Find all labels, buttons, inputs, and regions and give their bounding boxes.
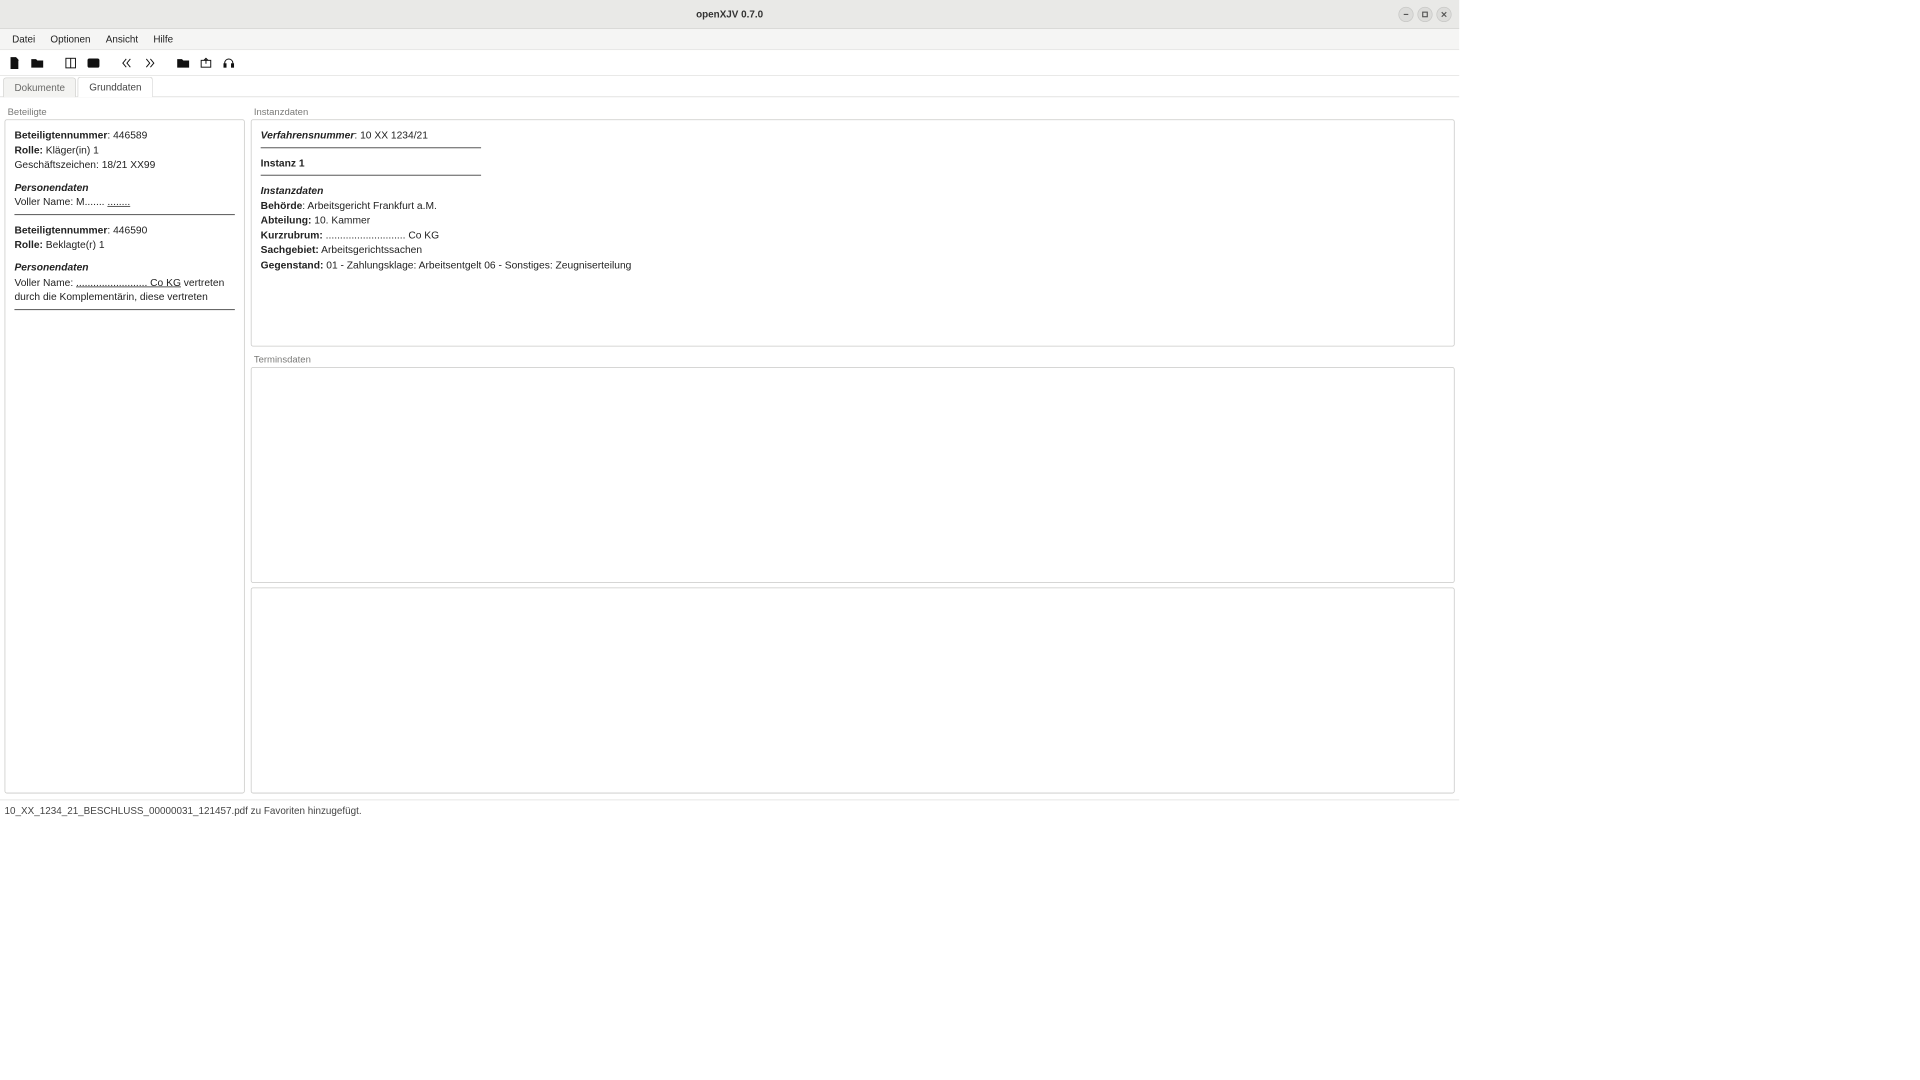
menu-help[interactable]: Hilfe	[146, 30, 181, 47]
participants-section: Beteiligte Beteiligtennummer: 446589 Rol…	[5, 103, 245, 793]
sach-label: Sachgebiet:	[261, 244, 319, 255]
tab-basicdata[interactable]: Grunddaten	[78, 77, 153, 98]
divider	[14, 214, 234, 215]
menu-options[interactable]: Optionen	[43, 30, 98, 47]
p1-fullname-pre: M.......	[76, 196, 107, 207]
appointments-panel	[251, 367, 1455, 583]
extra-section	[251, 587, 1455, 793]
statusbar: 10_XX_1234_21_BESCHLUSS_00000031_121457.…	[0, 800, 1459, 821]
behorde-value: : Arbeitsgericht Frankfurt a.M.	[302, 200, 437, 211]
menubar: Datei Optionen Ansicht Hilfe	[0, 29, 1459, 50]
p2-fullname-label: Voller Name:	[14, 276, 76, 287]
headset-icon	[222, 56, 236, 70]
p2-fullname: Voller Name: ......................... C…	[14, 275, 234, 305]
right-column: Instanzdaten Verfahrensnummer: 10 XX 123…	[251, 103, 1455, 793]
maximize-icon	[1421, 10, 1429, 18]
gegen-label: Gegenstand:	[261, 259, 324, 270]
p1-role: Rolle: Kläger(in) 1	[14, 143, 234, 158]
double-chevron-right-icon	[143, 56, 157, 70]
file-open-icon	[8, 56, 22, 70]
menu-view[interactable]: Ansicht	[98, 30, 146, 47]
p2-role: Rolle: Beklagte(r) 1	[14, 237, 234, 252]
participants-label: Beteiligte	[5, 103, 245, 119]
divider	[261, 147, 481, 148]
p2-persondata-heading: Personendaten	[14, 260, 234, 275]
proc-number-value: : 10 XX 1234/21	[354, 129, 428, 140]
divider	[14, 309, 234, 310]
favorite-folder-button[interactable]	[173, 53, 193, 73]
p1-number-value: : 446589	[107, 129, 147, 140]
instance-section: Instanzdaten Verfahrensnummer: 10 XX 123…	[251, 103, 1455, 346]
proc-number-label: Verfahrensnummer	[261, 129, 355, 140]
kurz-label: Kurzrubrum:	[261, 229, 323, 240]
instance-heading: Instanz 1	[261, 155, 1445, 170]
p1-fullname-label: Voller Name:	[14, 196, 76, 207]
p1-number-label: Beteiligtennummer	[14, 129, 107, 140]
kurz-value: ............................ Co KG	[323, 229, 439, 240]
behorde: Behörde: Arbeitsgericht Frankfurt a.M.	[261, 198, 1445, 213]
sachgebiet: Sachgebiet: Arbeitsgerichtssachen	[261, 243, 1445, 258]
nav-prev-button[interactable]	[117, 53, 137, 73]
tabbar: Dokumente Grunddaten	[0, 76, 1459, 97]
support-button[interactable]	[219, 53, 239, 73]
p1-fullname: Voller Name: M....... ........	[14, 195, 234, 210]
appointments-section: Terminsdaten	[251, 351, 1455, 583]
close-icon	[1440, 10, 1448, 18]
divider	[261, 175, 481, 176]
instance-label: Instanzdaten	[251, 103, 1455, 119]
open-folder-button[interactable]	[27, 53, 47, 73]
preview-icon	[87, 56, 101, 70]
toggle-preview-button[interactable]	[84, 53, 104, 73]
p2-role-value: Beklagte(r) 1	[43, 239, 105, 250]
proc-number: Verfahrensnummer: 10 XX 1234/21	[261, 128, 1445, 143]
export-icon	[199, 56, 213, 70]
extra-panel	[251, 587, 1455, 793]
participants-panel: Beteiligtennummer: 446589 Rolle: Kläger(…	[5, 119, 245, 793]
window-title: openXJV 0.7.0	[0, 8, 1459, 19]
p1-role-value: Kläger(in) 1	[43, 144, 99, 155]
double-chevron-left-icon	[120, 56, 134, 70]
participant-2: Beteiligtennummer: 446590 Rolle: Beklagt…	[14, 223, 234, 310]
nav-next-button[interactable]	[140, 53, 160, 73]
p1-gz: Geschäftszeichen: 18/21 XX99	[14, 157, 234, 172]
toggle-columns-button[interactable]	[61, 53, 81, 73]
export-button[interactable]	[196, 53, 216, 73]
maximize-button[interactable]	[1417, 6, 1432, 21]
behorde-label: Behörde	[261, 200, 303, 211]
folder-star-icon	[176, 56, 190, 70]
titlebar: openXJV 0.7.0	[0, 0, 1459, 29]
tab-documents[interactable]: Dokumente	[3, 78, 76, 98]
menu-file[interactable]: Datei	[5, 30, 43, 47]
p2-role-label: Rolle:	[14, 239, 43, 250]
instance-panel: Verfahrensnummer: 10 XX 1234/21 Instanz …	[251, 119, 1455, 346]
p2-number-label: Beteiligtennummer	[14, 224, 107, 235]
abteilung-value: 10. Kammer	[311, 215, 370, 226]
abteilung: Abteilung: 10. Kammer	[261, 213, 1445, 228]
kurzrubrum: Kurzrubrum: ............................…	[261, 228, 1445, 243]
p1-fullname-uline: ........	[107, 196, 130, 207]
minimize-icon	[1402, 10, 1410, 18]
columns-icon	[64, 56, 78, 70]
sach-value: Arbeitsgerichtssachen	[319, 244, 422, 255]
gegenstand: Gegenstand: 01 - Zahlungsklage: Arbeitse…	[261, 258, 1445, 273]
status-text: 10_XX_1234_21_BESCHLUSS_00000031_121457.…	[5, 805, 362, 816]
p2-number: Beteiligtennummer: 446590	[14, 223, 234, 238]
open-file-button[interactable]	[5, 53, 25, 73]
p1-role-label: Rolle:	[14, 144, 43, 155]
folder-open-icon	[30, 56, 44, 70]
p2-fullname-uline: ......................... Co KG	[76, 276, 181, 287]
p2-number-value: : 446590	[107, 224, 147, 235]
participant-1: Beteiligtennummer: 446589 Rolle: Kläger(…	[14, 128, 234, 215]
p1-number: Beteiligtennummer: 446589	[14, 128, 234, 143]
content-area: Beteiligte Beteiligtennummer: 446589 Rol…	[0, 97, 1459, 799]
gegen-value: 01 - Zahlungsklage: Arbeitsentgelt 06 - …	[323, 259, 631, 270]
window-controls	[1398, 6, 1459, 21]
p1-persondata-heading: Personendaten	[14, 180, 234, 195]
appointments-label: Terminsdaten	[251, 351, 1455, 367]
toolbar	[0, 50, 1459, 76]
abteilung-label: Abteilung:	[261, 215, 312, 226]
close-button[interactable]	[1436, 6, 1451, 21]
instance-data-heading: Instanzdaten	[261, 183, 1445, 198]
minimize-button[interactable]	[1398, 6, 1413, 21]
